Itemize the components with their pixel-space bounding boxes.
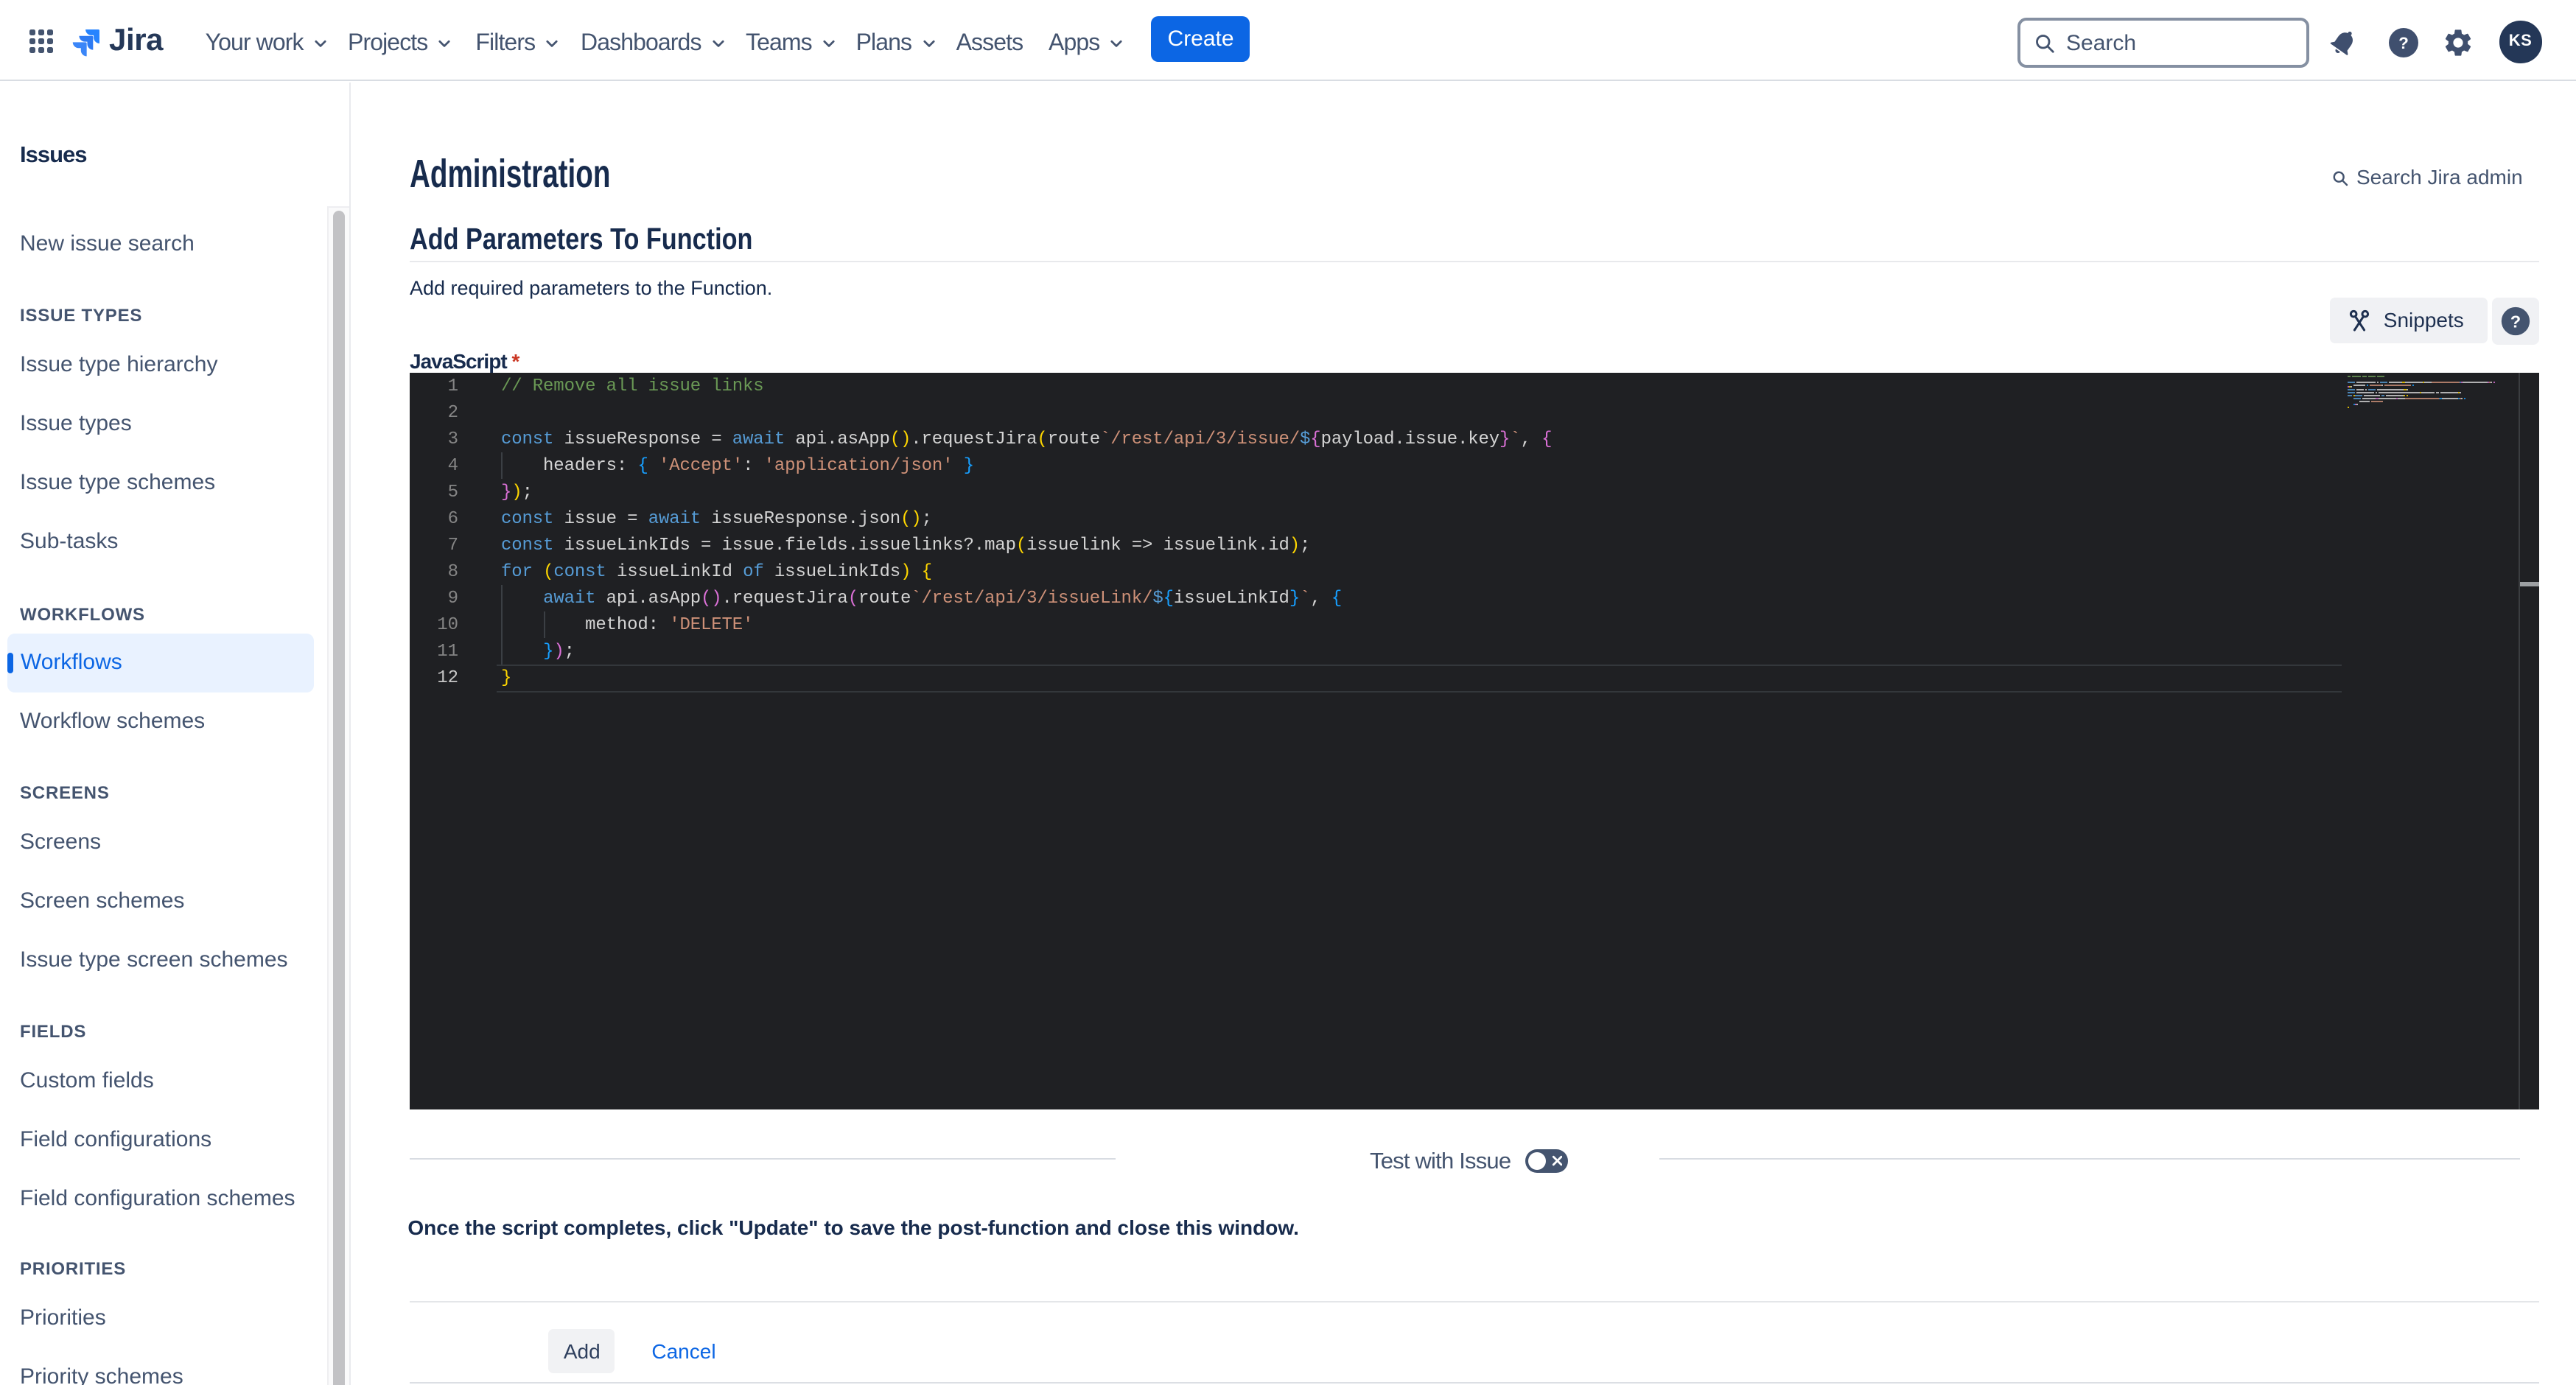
svg-text:?: ?: [2398, 33, 2408, 52]
svg-text:?: ?: [2510, 311, 2521, 330]
